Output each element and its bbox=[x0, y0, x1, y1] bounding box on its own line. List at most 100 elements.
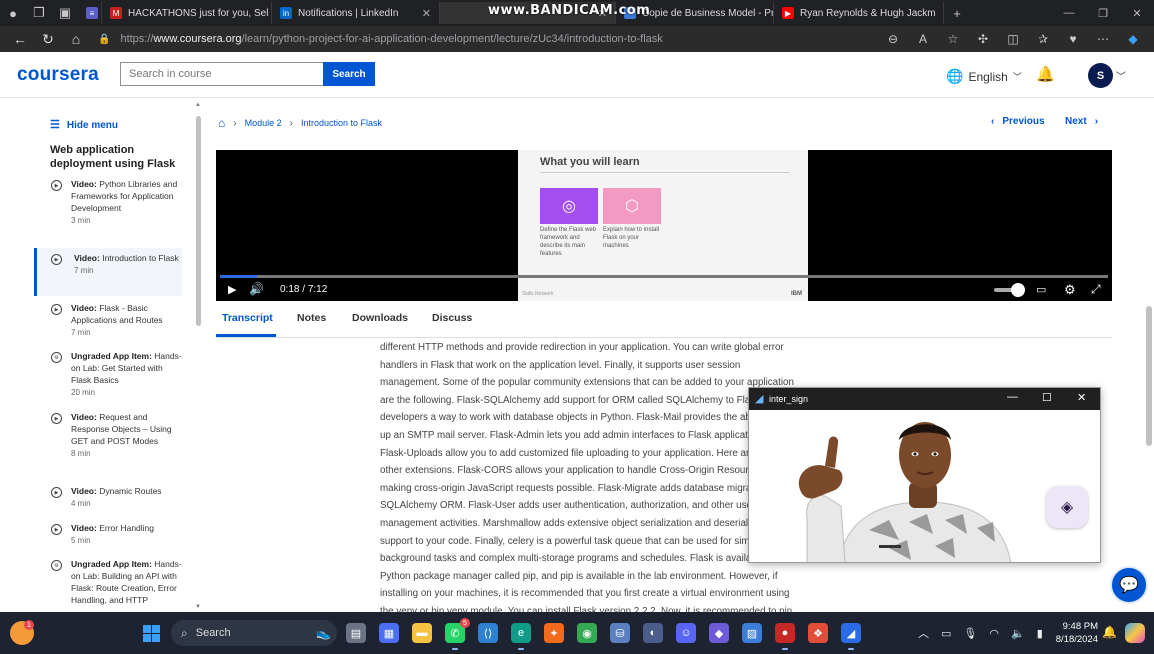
scroll-down-icon[interactable]: ▼ bbox=[195, 604, 201, 610]
video-progress-bar[interactable] bbox=[220, 275, 1108, 278]
captions-icon[interactable]: ▭ bbox=[1036, 283, 1046, 296]
minimize-icon[interactable]: — bbox=[1007, 391, 1018, 403]
url-field[interactable]: 🔒 https://www.coursera.org/learn/python-… bbox=[98, 29, 798, 49]
fullscreen-icon[interactable]: ⤢ bbox=[1091, 282, 1101, 297]
workspaces-icon[interactable]: ❐ bbox=[26, 0, 52, 26]
sidebar-item-request-response[interactable]: ▶ Video: Request and Response Objects – … bbox=[34, 411, 182, 477]
wifi-icon[interactable]: ◠ bbox=[989, 627, 999, 640]
video-player[interactable]: What you will learn ◎ Define the Flask w… bbox=[216, 150, 1112, 301]
figma-icon[interactable]: ❖ bbox=[808, 623, 828, 643]
transcript-line[interactable]: installing on your machines, it is recom… bbox=[380, 585, 822, 603]
restore-icon[interactable]: ❐ bbox=[1086, 7, 1120, 20]
sidebar-item-dynamic-routes[interactable]: ▶ Video: Dynamic Routes 4 min bbox=[34, 485, 182, 515]
flutter-app-icon[interactable]: ◢ bbox=[841, 623, 861, 650]
zoom-icon[interactable]: ⊖ bbox=[878, 32, 908, 46]
back-icon[interactable]: ← bbox=[6, 31, 34, 47]
volume-icon[interactable]: 🔊 bbox=[249, 282, 264, 296]
sidebar-scrollbar[interactable]: ▲ ▼ bbox=[195, 102, 201, 610]
database-icon[interactable]: ⛁ bbox=[610, 623, 630, 643]
bandicam-record-icon[interactable]: ● bbox=[775, 623, 795, 650]
favorite-star-icon[interactable]: ☆ bbox=[938, 32, 968, 46]
play-icon[interactable]: ▶ bbox=[228, 283, 236, 296]
read-aloud-icon[interactable]: A bbox=[908, 32, 938, 46]
sidebar-item-introduction-to-flask[interactable]: ▶ Video: Introduction to Flask 7 min bbox=[34, 248, 182, 296]
close-icon[interactable]: ✕ bbox=[1077, 391, 1086, 404]
profile-icon[interactable]: ● bbox=[0, 0, 26, 26]
tab-notes[interactable]: Notes bbox=[297, 312, 326, 324]
split-screen-icon[interactable]: ◫ bbox=[998, 32, 1028, 46]
notification-bell-icon[interactable]: 🔔 bbox=[1036, 65, 1055, 83]
chevron-up-icon[interactable]: ︿ bbox=[918, 625, 929, 641]
meet-icon[interactable]: ▦ bbox=[379, 623, 399, 643]
transcript-line[interactable]: Python package manager called pip, and p… bbox=[380, 568, 822, 586]
browser-essentials-icon[interactable]: ♥ bbox=[1058, 32, 1088, 46]
obs-icon[interactable]: ◐ bbox=[643, 623, 663, 643]
tab-transcript[interactable]: Transcript bbox=[222, 312, 273, 324]
close-tab-icon[interactable]: ✕ bbox=[414, 7, 431, 20]
git-icon[interactable]: ◆ bbox=[709, 623, 729, 643]
transcript-line[interactable]: the venv or bin venv module. You can ins… bbox=[380, 603, 822, 612]
transcript-line[interactable]: different HTTP methods and provide redir… bbox=[380, 339, 822, 357]
vscode-icon[interactable]: ⟨⟩ bbox=[478, 623, 498, 643]
taskbar-search[interactable]: ⌕ Search 👟 bbox=[171, 620, 337, 646]
tab-gmail[interactable]: M HACKATHONS just for you, Sel ✕ bbox=[102, 2, 272, 24]
new-tab-icon[interactable]: + bbox=[944, 0, 970, 26]
close-tab-icon[interactable]: ✕ bbox=[936, 7, 943, 20]
favorites-icon[interactable]: ✰ bbox=[1028, 32, 1058, 46]
postman-icon[interactable]: ✦ bbox=[544, 623, 564, 643]
start-button[interactable] bbox=[143, 625, 160, 642]
coursera-logo[interactable]: coursera bbox=[17, 64, 99, 86]
breadcrumb-current[interactable]: Introduction to Flask bbox=[301, 118, 382, 128]
notification-center-icon[interactable]: 🔔 bbox=[1102, 625, 1117, 639]
whatsapp-icon[interactable]: ✆ 5 bbox=[445, 618, 470, 650]
copilot-icon[interactable]: ◆ bbox=[1118, 32, 1148, 46]
sidebar-item-error-handling[interactable]: ▶ Video: Error Handling 5 min bbox=[34, 522, 182, 552]
sidebar-item-lab-building-api[interactable]: ⚙ Ungraded App Item: Hands-on Lab: Build… bbox=[34, 558, 182, 612]
breadcrumb-module[interactable]: Module 2 bbox=[245, 118, 282, 128]
more-menu-icon[interactable]: ⋯ bbox=[1088, 32, 1118, 46]
hide-menu-button[interactable]: ☰ Hide menu bbox=[50, 118, 118, 131]
next-button[interactable]: Next › bbox=[1065, 116, 1098, 127]
user-avatar[interactable]: S bbox=[1088, 63, 1113, 88]
reload-icon[interactable]: ↻ bbox=[34, 31, 62, 48]
page-scrollbar[interactable] bbox=[1146, 306, 1152, 446]
sidebar-item-lab-get-started[interactable]: ⚙ Ungraded App Item: Hands-on Lab: Get S… bbox=[34, 350, 182, 404]
tab-linkedin[interactable]: in Notifications | LinkedIn ✕ bbox=[272, 2, 440, 24]
previous-button[interactable]: ‹ Previous bbox=[991, 116, 1045, 127]
search-input[interactable] bbox=[120, 62, 324, 86]
tab-discuss[interactable]: Discuss bbox=[432, 312, 472, 324]
tab-youtube[interactable]: ▶ Ryan Reynolds & Hugh Jackm ✕ bbox=[774, 2, 944, 24]
scroll-up-icon[interactable]: ▲ bbox=[195, 102, 201, 108]
speaker-icon[interactable]: 🔈 bbox=[1011, 627, 1025, 640]
volume-slider-knob[interactable] bbox=[1011, 283, 1025, 297]
chat-assistant-button[interactable]: 💬 bbox=[1110, 566, 1148, 604]
meet-now-icon[interactable]: ▭ bbox=[941, 627, 951, 640]
layers-button[interactable]: ◈ bbox=[1046, 486, 1088, 528]
lock-icon[interactable]: 🔒 bbox=[98, 34, 110, 45]
paint-icon[interactable]: ▨ bbox=[742, 623, 762, 643]
chrome-icon[interactable]: ◉ bbox=[577, 623, 597, 643]
home-icon[interactable]: ⌂ bbox=[218, 116, 225, 130]
tab-downloads[interactable]: Downloads bbox=[352, 312, 408, 324]
task-view-icon[interactable]: ▤ bbox=[346, 623, 366, 643]
tab-actions-icon[interactable]: ▣ bbox=[52, 0, 78, 26]
home-icon[interactable]: ⌂ bbox=[62, 31, 90, 47]
tab-pinned[interactable]: ≡ bbox=[78, 2, 102, 24]
maximize-icon[interactable]: ☐ bbox=[1042, 391, 1052, 404]
file-explorer-icon[interactable]: ▬ bbox=[412, 623, 432, 643]
floating-window-titlebar[interactable]: ◢ inter_sign — ☐ ✕ bbox=[749, 388, 1100, 410]
transcript-line[interactable]: handlers in Flask that work on the appli… bbox=[380, 357, 822, 375]
chevron-down-icon[interactable]: ﹀ bbox=[1116, 68, 1126, 83]
sidebar-item-flask-basic[interactable]: ▶ Video: Flask - Basic Applications and … bbox=[34, 302, 182, 344]
scroll-thumb[interactable] bbox=[196, 116, 201, 326]
language-selector[interactable]: 🌐 English ﹀ bbox=[946, 68, 1022, 85]
battery-icon[interactable]: ▮ bbox=[1037, 627, 1043, 640]
edge-browser-icon[interactable]: e bbox=[511, 623, 531, 650]
taskbar-clock[interactable]: 9:48 PM 8/18/2024 bbox=[1052, 620, 1098, 646]
settings-gear-icon[interactable]: ⚙ bbox=[1064, 282, 1076, 298]
minimize-icon[interactable]: — bbox=[1052, 7, 1086, 20]
microphone-icon[interactable]: 🎙 bbox=[963, 627, 977, 640]
discord-icon[interactable]: ☺ bbox=[676, 623, 696, 643]
copilot-taskbar-icon[interactable] bbox=[1125, 623, 1145, 643]
extensions-icon[interactable]: ✣ bbox=[968, 32, 998, 46]
